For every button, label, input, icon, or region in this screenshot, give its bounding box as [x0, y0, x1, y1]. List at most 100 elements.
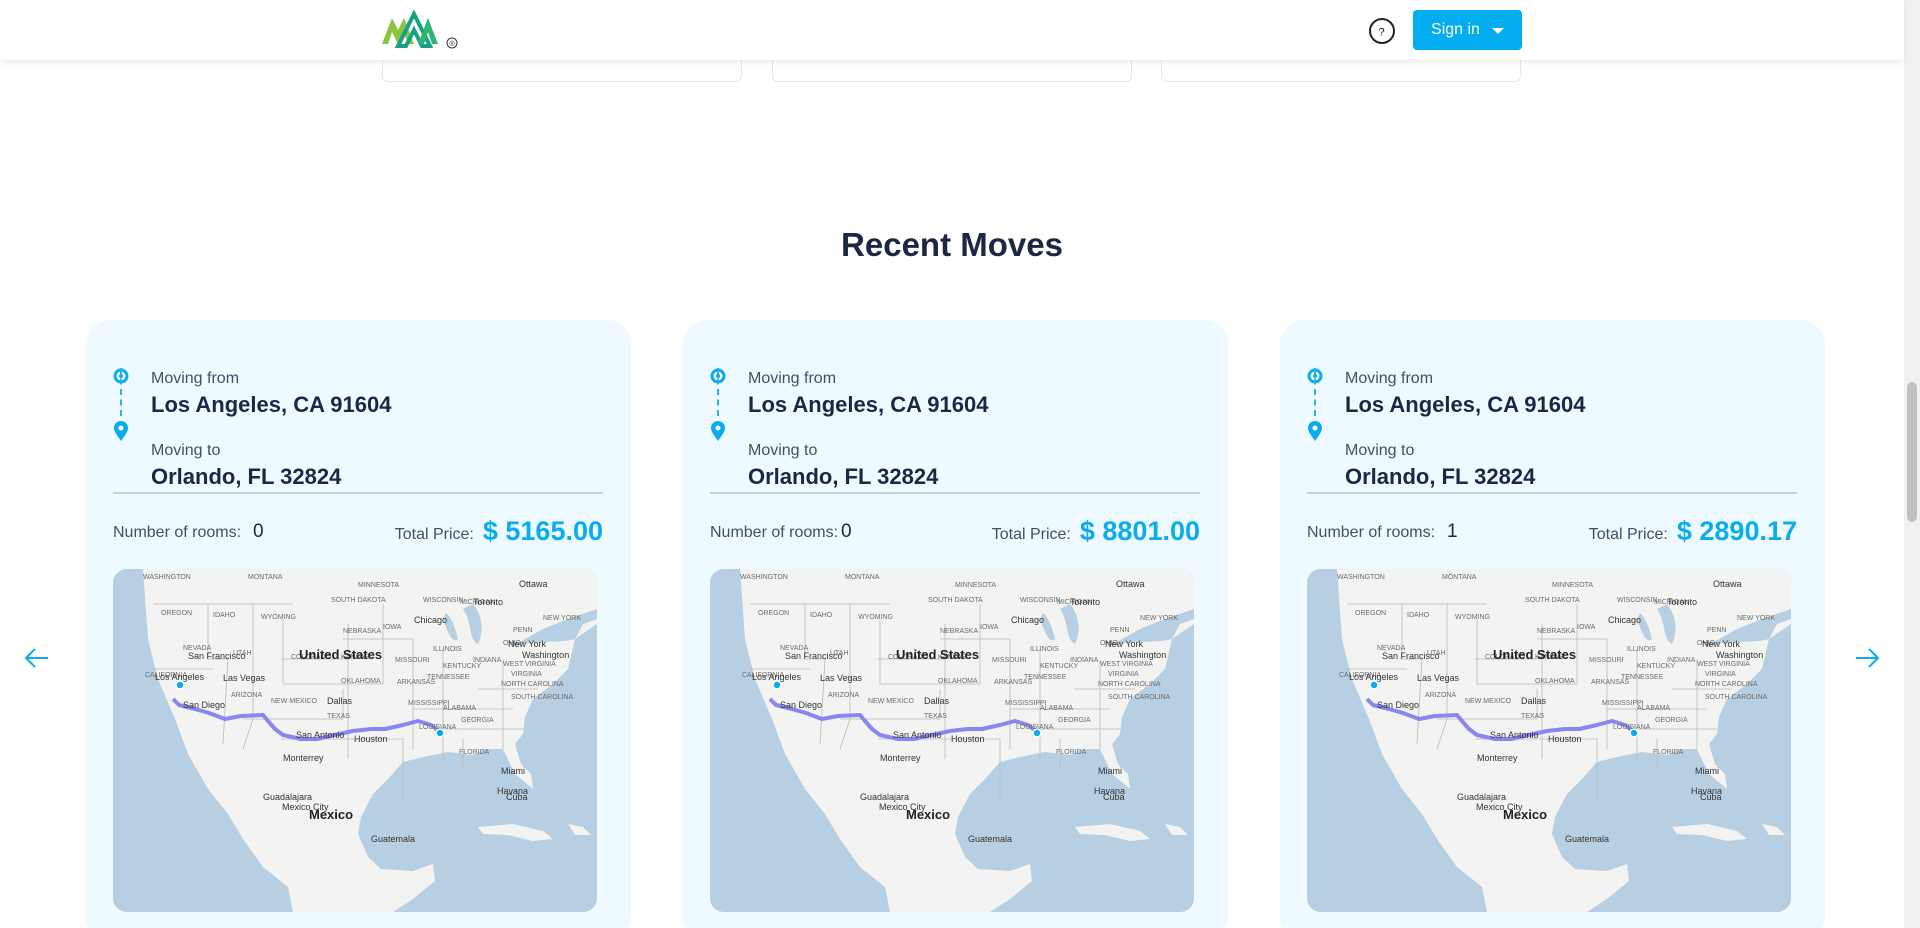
- map-label: MINNESOTA: [1552, 582, 1593, 589]
- map-label: WISCONSIN: [1020, 597, 1060, 604]
- moving-to-label: Moving to: [748, 442, 818, 459]
- map-label: FLORIDA: [459, 749, 490, 756]
- map-label: PENN: [1707, 627, 1726, 634]
- map-label: MONTANA: [248, 574, 283, 581]
- origin-city: Los Angeles, CA 91604: [151, 392, 392, 417]
- map-label: ARIZONA: [828, 692, 859, 699]
- map-label: MONTANA: [845, 574, 880, 581]
- map-label: ILLINOIS: [433, 646, 462, 653]
- map-label: Los Angeles: [155, 672, 205, 682]
- map-label: LOUISIANA: [1613, 724, 1651, 731]
- map-label: IDAHO: [810, 612, 833, 619]
- map-label: OKLAHOMA: [938, 678, 978, 685]
- total-price-value: $ 5165.00: [482, 516, 603, 546]
- map-label: TEXAS: [1521, 713, 1544, 720]
- move-card[interactable]: Moving from Los Angeles, CA 91604 Moving…: [683, 320, 1228, 928]
- map-label: Chicago: [1608, 615, 1641, 625]
- map-label: KENTUCKY: [1040, 663, 1078, 670]
- rooms-value: 0: [841, 521, 852, 542]
- help-icon: ?: [1369, 18, 1395, 44]
- map-label: ILLINOIS: [1030, 646, 1059, 653]
- map-label: ARIZONA: [1425, 692, 1456, 699]
- map-label: OREGON: [161, 610, 192, 617]
- destination-pin-icon: [711, 421, 725, 441]
- map-label: Houston: [354, 734, 388, 744]
- map-label: NORTH CAROLINA: [501, 681, 564, 688]
- route-map[interactable]: WASHINGTON MONTANA MINNESOTA OREGON IDAHO WYO…: [1307, 569, 1791, 912]
- map-label: Washington: [1716, 650, 1763, 660]
- scrollbar-thumb[interactable]: [1907, 382, 1917, 522]
- rooms-label: Number of rooms:: [710, 524, 839, 541]
- map-label: KENTUCKY: [1637, 663, 1675, 670]
- map-label: San Diego: [183, 700, 225, 710]
- route-connector: [120, 368, 122, 416]
- map-label: Ottawa: [1116, 579, 1145, 589]
- map-label: Las Vegas: [223, 673, 266, 683]
- map-label: Chicago: [414, 615, 447, 625]
- map-label: MISSOURI: [992, 657, 1027, 664]
- moving-from-label: Moving from: [151, 370, 240, 387]
- map-label: ARIZONA: [231, 692, 262, 699]
- map-label: NEW MEXICO: [868, 698, 914, 705]
- map-label: Miami: [501, 766, 525, 776]
- route-info: Moving from Los Angeles, CA 91604 Moving…: [113, 348, 613, 489]
- registered-mark: ®: [450, 40, 456, 48]
- map-label: MONTANA: [1442, 574, 1477, 581]
- map-label: Chicago: [1011, 615, 1044, 625]
- map-label: ILLINOIS: [1627, 646, 1656, 653]
- map-label: Las Vegas: [820, 673, 863, 683]
- map-label: Las Vegas: [1417, 673, 1460, 683]
- move-card[interactable]: Moving from Los Angeles, CA 91604 Moving…: [86, 320, 631, 928]
- origin-city: Los Angeles, CA 91604: [748, 392, 989, 417]
- map-label: Los Angeles: [1349, 672, 1399, 682]
- carousel-next-arrow-icon[interactable]: [1853, 644, 1881, 672]
- map-label: Guatemala: [968, 834, 1012, 844]
- map-label: Guadalajara: [263, 792, 312, 802]
- map-label: Toronto: [1667, 597, 1697, 607]
- map-label: OREGON: [1355, 610, 1386, 617]
- map-label: VIRGINIA: [1108, 671, 1139, 678]
- route-map[interactable]: WASHINGTON MONTANA MINNESOTA OREGON IDAHO WYO…: [113, 569, 597, 912]
- map-label: SOUTH DAKOTA: [1525, 597, 1580, 604]
- carousel-prev-arrow-icon[interactable]: [23, 644, 51, 672]
- map-label: TEXAS: [924, 713, 947, 720]
- map-label: WASHINGTON: [143, 574, 191, 581]
- sign-in-button[interactable]: Sign in: [1413, 10, 1522, 50]
- map-label: SOUTH CAROLINA: [1705, 694, 1768, 701]
- origin-city: Los Angeles, CA 91604: [1345, 392, 1586, 417]
- route-map[interactable]: WASHINGTON MONTANA MINNESOTA OREGON IDAHO WYO…: [710, 569, 1194, 912]
- sign-in-label: Sign in: [1431, 21, 1480, 38]
- company-logo[interactable]: ®: [380, 8, 460, 50]
- map-label: Houston: [951, 734, 985, 744]
- map-label: Mexico: [309, 807, 353, 822]
- map-label: Dallas: [327, 696, 353, 706]
- map-label: Cuba: [506, 792, 528, 802]
- map-label: LOUISIANA: [1016, 724, 1054, 731]
- map-label: Washington: [1119, 650, 1166, 660]
- map-label: San Francisco: [188, 651, 246, 661]
- move-card[interactable]: Moving from Los Angeles, CA 91604 Moving…: [1280, 320, 1825, 928]
- divider: [710, 492, 1200, 494]
- map-label: Houston: [1548, 734, 1582, 744]
- map-label: PENN: [513, 627, 532, 634]
- map-label: WEST VIRGINIA: [1100, 661, 1153, 668]
- moving-to-label: Moving to: [151, 442, 221, 459]
- map-label: MISSOURI: [1589, 657, 1624, 664]
- map-label: Washington: [522, 650, 569, 660]
- divider: [113, 492, 603, 494]
- help-button[interactable]: ?: [1366, 17, 1398, 45]
- map-label: TENNESSEE: [1024, 674, 1067, 681]
- map-label: Dallas: [924, 696, 950, 706]
- destination-city: Orlando, FL 32824: [151, 464, 342, 489]
- map-label: Los Angeles: [752, 672, 802, 682]
- section-title: Recent Moves: [841, 226, 1063, 263]
- map-label: TENNESSEE: [1621, 674, 1664, 681]
- map-label: San Diego: [780, 700, 822, 710]
- map-label: Cuba: [1700, 792, 1722, 802]
- svg-text:?: ?: [1379, 27, 1385, 39]
- total-price-value: $ 2890.17: [1676, 516, 1797, 546]
- map-label: WASHINGTON: [1337, 574, 1385, 581]
- map-label: Toronto: [473, 597, 503, 607]
- map-label: IOWA: [383, 624, 402, 631]
- map-canvas: WASHINGTON MONTANA MINNESOTA OREGON IDAHO WYO…: [1307, 569, 1791, 912]
